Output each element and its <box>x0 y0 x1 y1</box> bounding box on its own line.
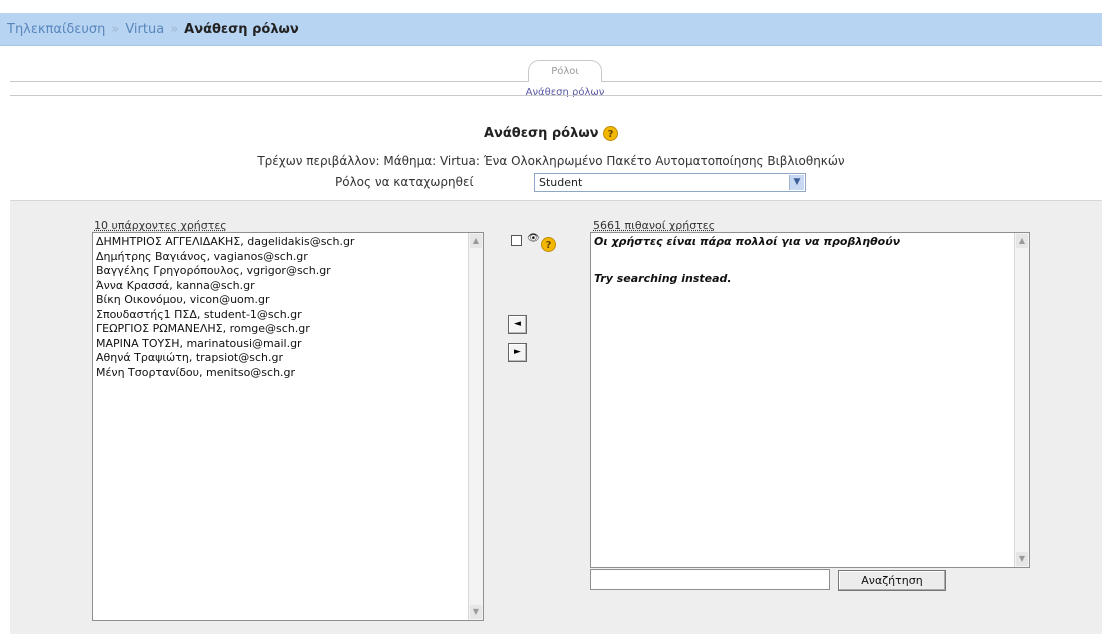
page-title: Ανάθεση ρόλων <box>483 126 599 141</box>
chevron-down-icon[interactable]: ▼ <box>789 175 804 190</box>
list-item[interactable]: ΔΗΜΗΤΡΙΟΣ ΑΓΓΕΛΙΔΑΚΗΣ, dagelidakis@sch.g… <box>96 235 483 250</box>
context-value: Μάθημα: Virtua: Ένα Ολοκληρωμένο Πακέτο … <box>383 154 845 168</box>
breadcrumb-link-home[interactable]: Τηλεκπαίδευση <box>7 22 105 37</box>
list-item[interactable]: Μένη Τσορτανίδου, menitso@sch.gr <box>96 366 483 381</box>
potential-users-label: 5661 πιθανοί χρήστες <box>593 219 716 232</box>
scroll-down-icon[interactable]: ▼ <box>1016 552 1028 566</box>
subtab-divider <box>10 95 1102 96</box>
eye-icon: 👁 <box>527 233 540 244</box>
search-input[interactable] <box>590 569 830 590</box>
role-label: Ρόλος να καταχωρηθεί <box>335 175 474 189</box>
list-item[interactable]: Δημήτρης Βαγιάνος, vagianos@sch.gr <box>96 250 483 265</box>
subtab-assign-roles[interactable]: Ανάθεση ρόλων <box>490 86 640 100</box>
search-button[interactable]: Αναζήτηση <box>838 570 946 591</box>
list-item[interactable]: Βαγγέλης Γρηγορόπουλος, vgrigor@sch.gr <box>96 264 483 279</box>
page-title-row: Ανάθεση ρόλων ? <box>0 126 1102 141</box>
context-line: Τρέχων περιβάλλον: Μάθημα: Virtua: Ένα Ο… <box>0 154 1102 168</box>
scroll-up-icon[interactable]: ▲ <box>470 234 482 248</box>
breadcrumb-separator: » <box>111 22 120 37</box>
existing-users-label: 10 υπάρχοντες χρήστες <box>94 219 227 232</box>
scrollbar[interactable]: ▲ ▼ <box>1014 233 1029 567</box>
add-user-button[interactable]: ◄ <box>508 315 527 334</box>
context-label: Τρέχων περιβάλλον: <box>257 154 380 168</box>
list-item[interactable]: ΜΑΡΙΝΑ ΤΟΥΣΗ, marinatousi@mail.gr <box>96 337 483 352</box>
hidden-assignment-checkbox[interactable] <box>511 235 522 246</box>
scrollbar[interactable]: ▲ ▼ <box>468 233 483 620</box>
help-icon[interactable]: ? <box>541 237 556 252</box>
breadcrumb-link-course[interactable]: Virtua <box>125 22 164 37</box>
remove-user-button[interactable]: ► <box>508 343 527 362</box>
too-many-users-message: Οι χρήστες είναι πάρα πολλοί για να προβ… <box>594 235 901 248</box>
list-item[interactable]: Βίκη Οικονόμου, vicon@uom.gr <box>96 293 483 308</box>
existing-users-list[interactable]: ΔΗΜΗΤΡΙΟΣ ΑΓΓΕΛΙΔΑΚΗΣ, dagelidakis@sch.g… <box>92 232 484 621</box>
potential-users-list[interactable]: Οι χρήστες είναι πάρα πολλοί για να προβ… <box>590 232 1030 568</box>
existing-users: ΔΗΜΗΤΡΙΟΣ ΑΓΓΕΛΙΔΑΚΗΣ, dagelidakis@sch.g… <box>93 233 483 380</box>
search-hint: Try searching instead. <box>594 272 732 285</box>
list-item[interactable]: Άννα Κρασσά, kanna@sch.gr <box>96 279 483 294</box>
help-icon[interactable]: ? <box>603 126 619 141</box>
scroll-up-icon[interactable]: ▲ <box>1016 234 1028 248</box>
list-item[interactable]: ΓΕΩΡΓΙΟΣ ΡΩΜΑΝΕΛΗΣ, romge@sch.gr <box>96 322 483 337</box>
tab-roles[interactable]: Ρόλοι <box>528 60 602 82</box>
list-item[interactable]: Σπουδαστής1 ΠΣΔ, student-1@sch.gr <box>96 308 483 323</box>
breadcrumb: Τηλεκπαίδευση » Virtua » Ανάθεση ρόλων <box>0 13 1102 46</box>
breadcrumb-current: Ανάθεση ρόλων <box>184 22 299 37</box>
breadcrumb-separator: » <box>170 22 179 37</box>
scroll-down-icon[interactable]: ▼ <box>470 605 482 619</box>
role-select-value: Student <box>539 176 583 189</box>
role-select[interactable]: Student ▼ <box>534 173 806 192</box>
list-item[interactable]: Αθηνά Τραψιώτη, trapsiot@sch.gr <box>96 351 483 366</box>
